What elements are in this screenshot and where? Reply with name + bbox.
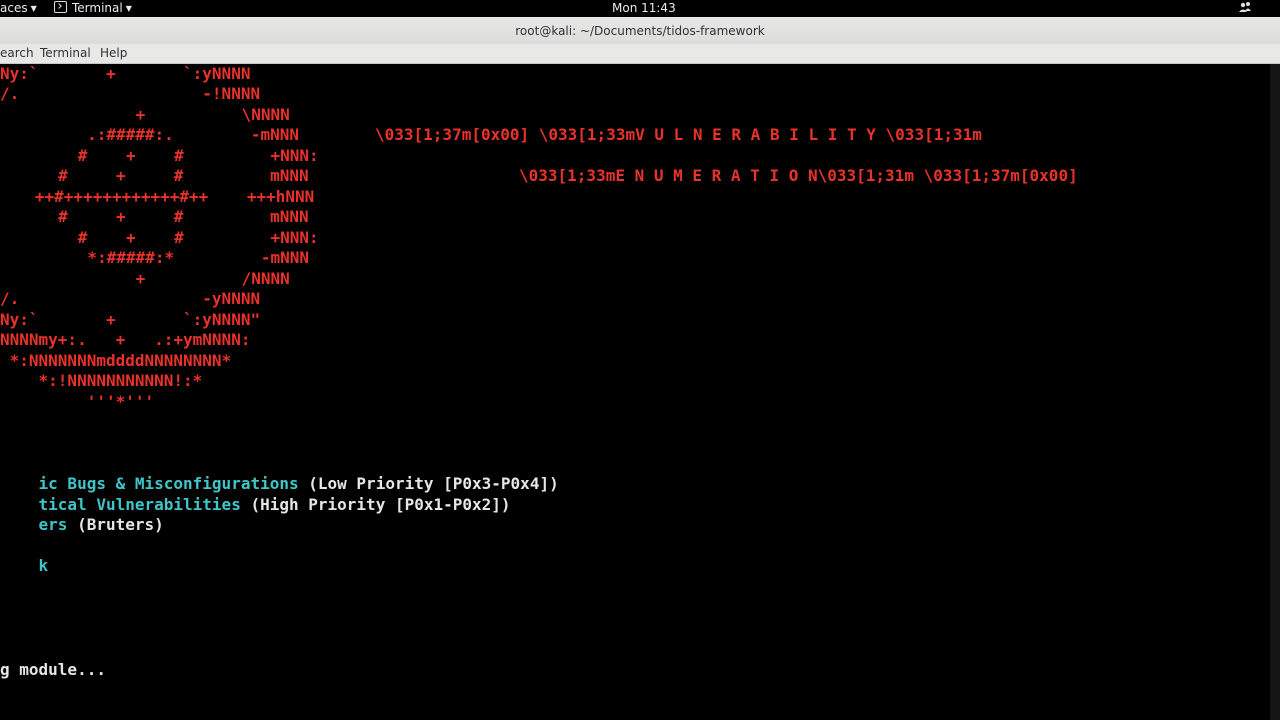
- top-bar: aces ▼ Terminal ▼ Mon 11:43: [0, 0, 1280, 16]
- activities-button[interactable]: aces ▼: [0, 1, 37, 15]
- menu-option-label: ers: [38, 515, 68, 534]
- app-menu-label: Terminal: [72, 1, 123, 15]
- banner-art-line: + /NNNN: [20, 269, 290, 288]
- menu-help[interactable]: Help: [100, 46, 127, 60]
- system-tray-icon: [1239, 2, 1251, 12]
- banner-title-line-1: \033[1;37m[0x00] \033[1;33mV U L N E R A…: [375, 125, 982, 144]
- banner-art-line: + \NNNN: [20, 105, 290, 124]
- banner-art-line: .:#####:. -mNNN: [10, 125, 299, 144]
- chevron-down-icon: ▼: [125, 4, 132, 13]
- activities-label: aces: [0, 1, 28, 15]
- terminal-scrollbar[interactable]: [1270, 64, 1280, 720]
- banner-art-line: NNNNmy+:. + .:+ymNNNN:: [0, 330, 251, 349]
- banner-title-line-2: \033[1;33mE N U M E R A T I O N\033[1;31…: [519, 166, 1078, 185]
- banner-art-line: *:#####:* -mNNN: [20, 248, 309, 267]
- banner-art-line: Ny:` + `:yNNNN": [0, 310, 261, 329]
- terminal-output[interactable]: Ny:` + `:yNNNN /. -!NNNN + \NNNN .:#####…: [0, 64, 1270, 720]
- menu-option-note: (Bruters): [67, 515, 164, 534]
- menu-option-note: (High Priority [P0x1-P0x2]): [240, 495, 511, 514]
- banner-art-line: /. -!NNNN: [0, 84, 261, 103]
- window-title: root@kali: ~/Documents/tidos-framework: [515, 24, 765, 38]
- banner-art-line: # + # +NNN:: [20, 228, 319, 247]
- window-titlebar[interactable]: root@kali: ~/Documents/tidos-framework: [0, 17, 1280, 44]
- banner-art-line: Ny:` + `:yNNNN: [0, 64, 251, 83]
- banner-art-line: '''*''': [0, 392, 155, 411]
- chevron-down-icon: ▼: [30, 4, 37, 13]
- banner-art-line: # + # +NNN:: [20, 146, 319, 165]
- banner-art-line: ++#++++++++++++#++ +++hNNN: [6, 187, 315, 206]
- banner-art-line: *:!NNNNNNNNNNN!:*: [0, 371, 203, 390]
- app-menu-button[interactable]: Terminal ▼: [54, 1, 132, 15]
- banner-art-line: # + # mNNN: [10, 166, 309, 185]
- banner-art-line: /. -yNNNN: [0, 289, 261, 308]
- menu-option-4: k: [0, 536, 49, 596]
- menu-bar: earch Terminal Help: [0, 44, 1280, 64]
- status-line: g module...: [0, 660, 106, 679]
- menu-search[interactable]: earch: [0, 46, 34, 60]
- banner-art-line: *:NNNNNNNmddddNNNNNNNN*: [0, 351, 232, 370]
- network-users-icon[interactable]: [1238, 0, 1252, 17]
- clock[interactable]: Mon 11:43: [612, 1, 676, 15]
- menu-terminal[interactable]: Terminal: [40, 46, 91, 60]
- terminal-icon: [54, 1, 67, 13]
- menu-option-label: k: [38, 556, 49, 575]
- banner-art-line: # + # mNNN: [10, 207, 309, 226]
